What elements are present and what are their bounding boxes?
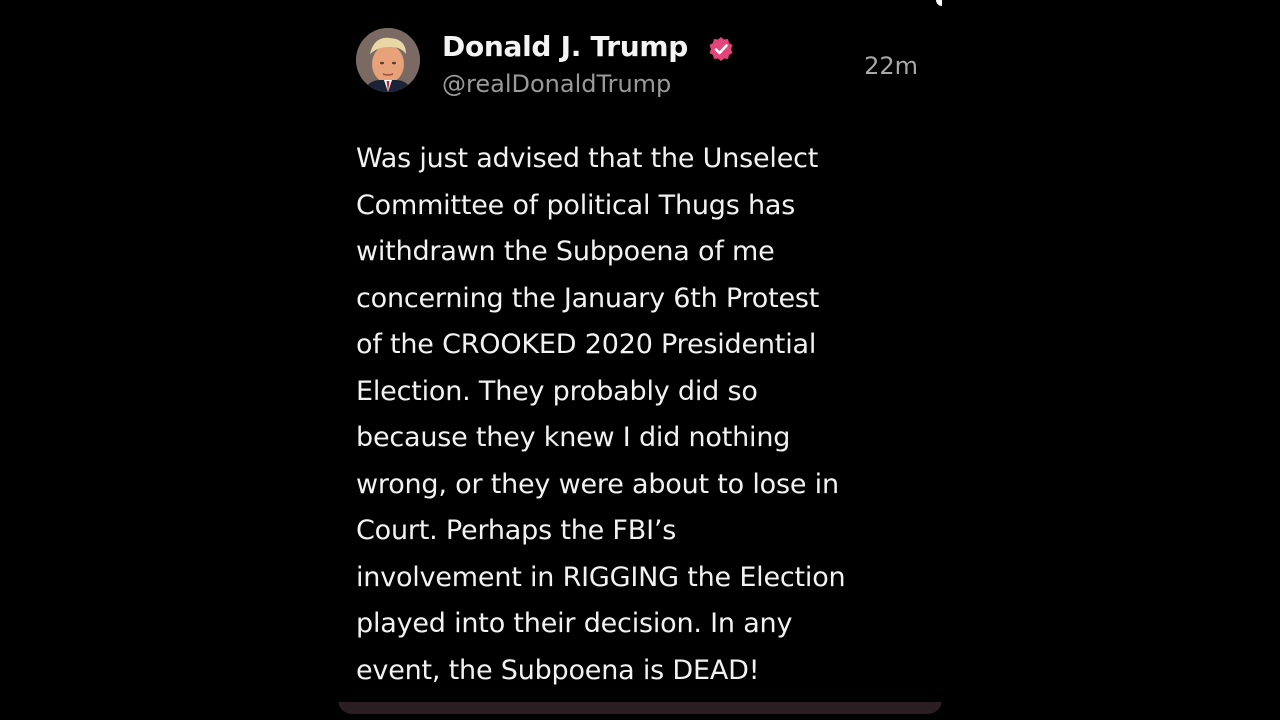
post-body-line: because they knew I did nothing [356,422,791,453]
post-body-line: Court. Perhaps the FBI’s [356,515,677,546]
author-name[interactable]: Donald J. Trump [442,30,688,63]
post-body: Was just advised that the Unselect Commi… [356,136,926,694]
post-body-line: Committee of political Thugs has [356,189,796,221]
card-corner [936,0,942,6]
post-body-line: Election. They probably did so [356,375,758,407]
post-body-line: wrong, or they were about to lose in [356,468,839,500]
post-timestamp[interactable]: 22m [864,52,918,80]
post-body-line: Was just advised that the Unselect [356,143,819,174]
post-body-line: withdrawn the Subpoena of me [356,236,775,267]
avatar-portrait-icon [356,28,420,92]
avatar[interactable] [356,28,420,92]
verified-badge-icon [709,37,733,61]
post-body-line: involvement in RIGGING the Election [356,561,846,593]
post-body-line: of the CROOKED 2020 Presidential [356,329,817,360]
screen: Donald J. Trump @realDonaldTrump 22m Was… [0,0,1280,720]
post-card: Donald J. Trump @realDonaldTrump 22m Was… [338,0,942,714]
post-body-line: concerning the January 6th Protest [356,282,820,314]
post-body-line: event, the Subpoena is DEAD! [356,654,760,686]
card-bottom-edge [338,702,942,714]
post-body-line: played into their decision. In any [356,608,793,639]
author-handle[interactable]: @realDonaldTrump [442,70,671,98]
